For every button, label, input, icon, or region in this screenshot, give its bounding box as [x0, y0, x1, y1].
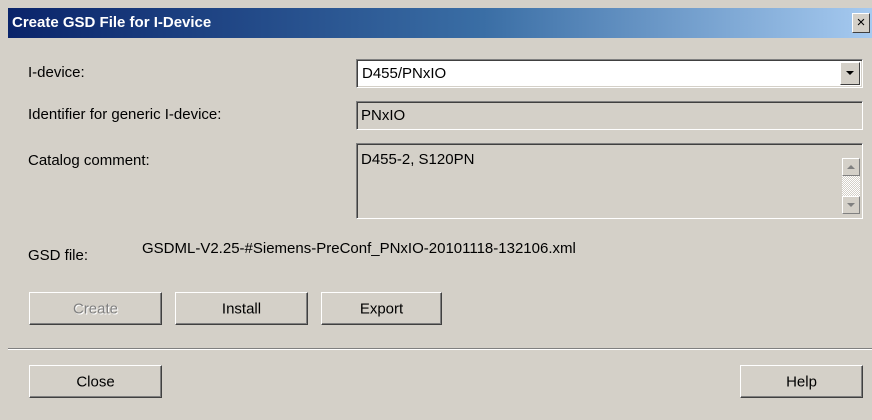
- catalog-comment-value: D455-2, S120PN: [361, 151, 475, 168]
- identifier-value: PNxIO: [361, 107, 406, 124]
- close-icon[interactable]: ×: [852, 13, 870, 33]
- help-button-label: Help: [786, 373, 817, 390]
- create-button-label: Create: [72, 300, 119, 317]
- identifier-field: PNxIO: [356, 101, 863, 130]
- identifier-label: Identifier for generic I-device:: [28, 106, 222, 123]
- idevice-value: D455/PNxIO: [362, 65, 447, 82]
- comment-scrollbar[interactable]: [842, 146, 860, 216]
- window-title: Create GSD File for I-Device: [12, 14, 212, 31]
- gsd-file-label: GSD file:: [28, 247, 89, 264]
- title-bar[interactable]: Create GSD File for I-Device ×: [8, 8, 872, 38]
- dropdown-button[interactable]: [840, 62, 860, 85]
- gsd-file-value: GSDML-V2.25-#Siemens-PreConf_PNxIO-20101…: [142, 240, 576, 257]
- scroll-down-button[interactable]: [842, 196, 860, 214]
- export-button[interactable]: Export: [321, 292, 442, 325]
- arrow-up-icon: [847, 165, 855, 169]
- chevron-down-icon: [846, 71, 854, 75]
- install-button-label: Install: [221, 300, 262, 317]
- close-button-label: Close: [76, 373, 115, 390]
- help-button[interactable]: Help: [740, 365, 863, 398]
- arrow-down-icon: [847, 203, 855, 207]
- scroll-track[interactable]: [842, 176, 860, 196]
- create-gsd-dialog: Create GSD File for I-Device × I-device:…: [0, 0, 872, 420]
- close-button[interactable]: Close: [29, 365, 162, 398]
- separator-highlight: [8, 349, 872, 350]
- export-button-label: Export: [359, 300, 404, 317]
- scroll-up-button[interactable]: [842, 158, 860, 176]
- install-button[interactable]: Install: [175, 292, 308, 325]
- catalog-comment-label: Catalog comment:: [28, 152, 150, 169]
- idevice-label: I-device:: [28, 64, 85, 81]
- create-button[interactable]: Create: [29, 292, 162, 325]
- catalog-comment-field: D455-2, S120PN: [356, 143, 863, 219]
- idevice-combobox[interactable]: D455/PNxIO: [356, 59, 863, 88]
